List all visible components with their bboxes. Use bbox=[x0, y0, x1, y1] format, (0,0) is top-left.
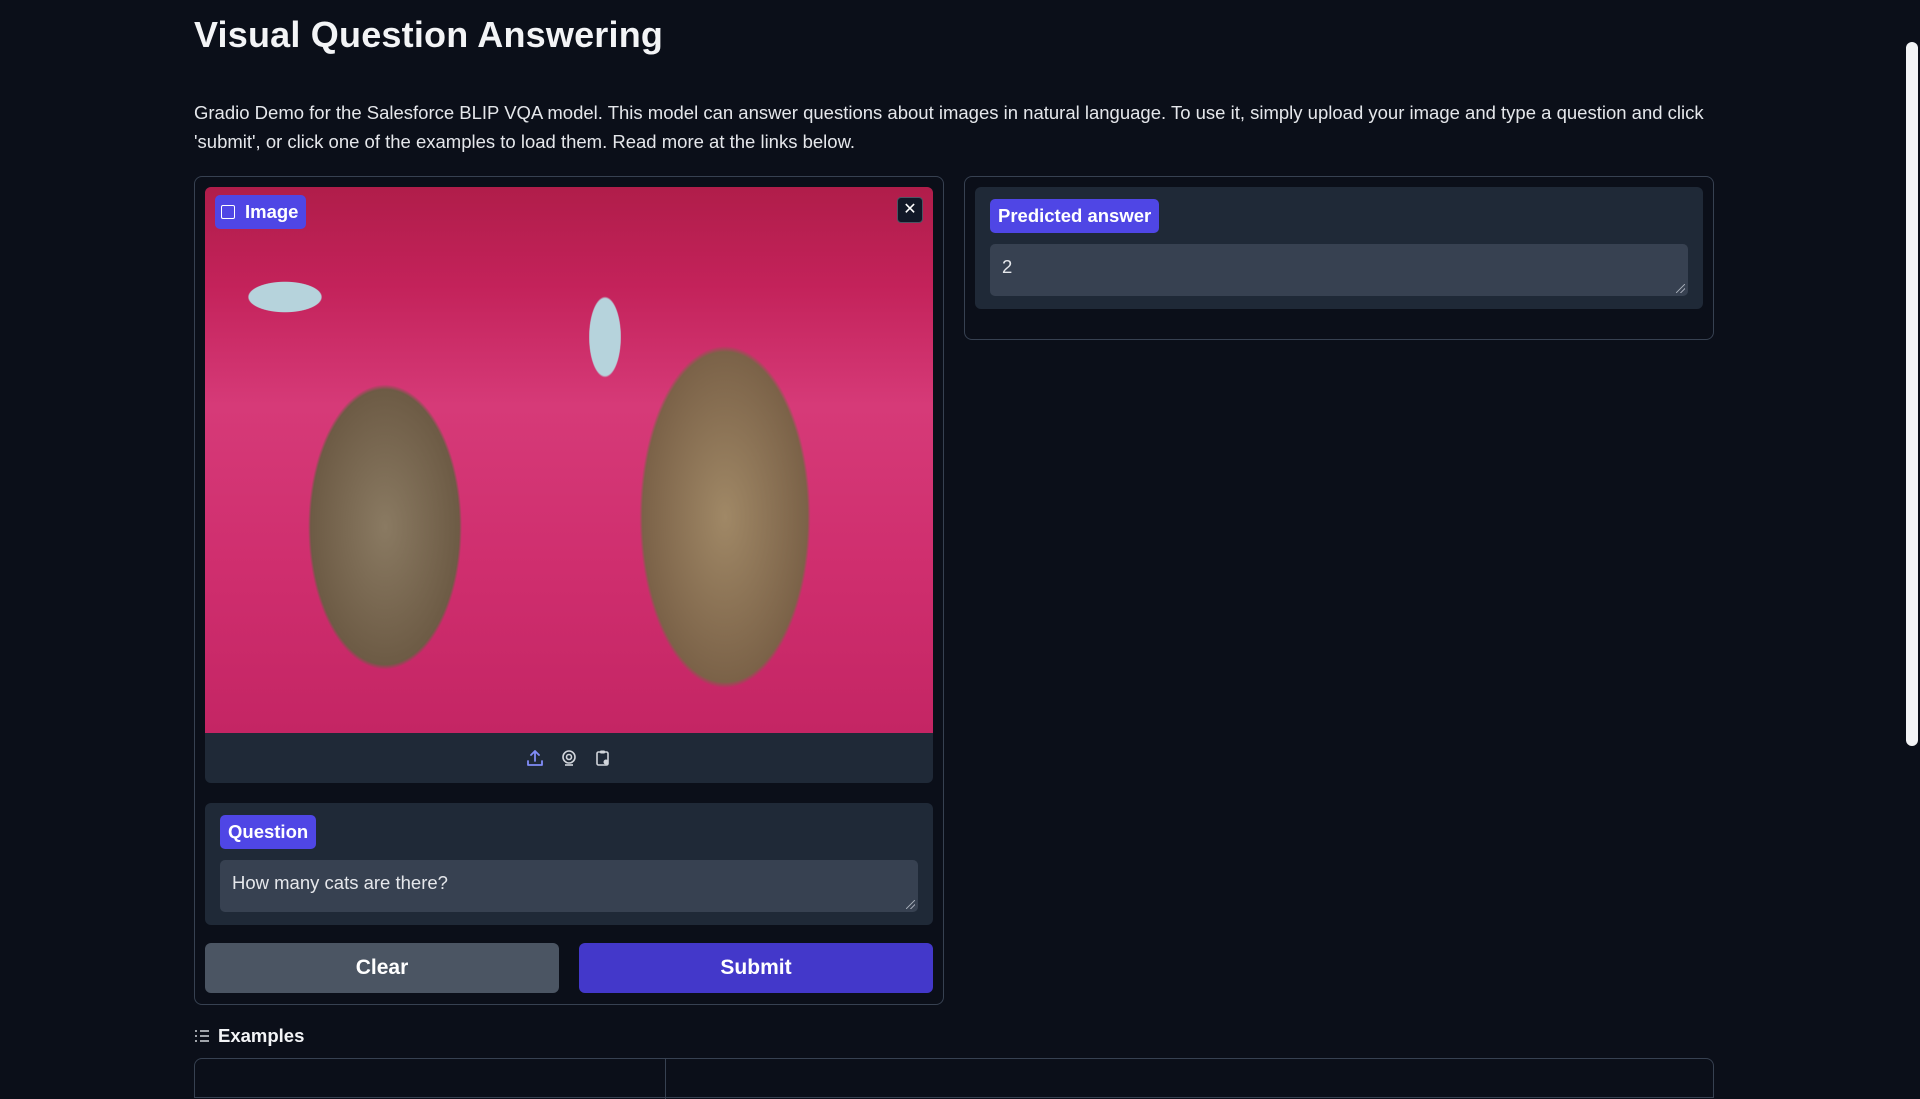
webcam-icon[interactable] bbox=[559, 748, 579, 768]
input-panel: Image ✕ Question How many cats are there… bbox=[194, 176, 944, 1005]
column-divider bbox=[665, 1059, 666, 1099]
question-input-value: How many cats are there? bbox=[232, 872, 448, 893]
scrollbar[interactable] bbox=[1902, 0, 1920, 1080]
answer-block: Predicted answer 2 bbox=[975, 187, 1703, 309]
answer-output[interactable]: 2 bbox=[990, 244, 1688, 296]
close-icon[interactable]: ✕ bbox=[897, 197, 923, 223]
examples-title: Examples bbox=[218, 1025, 305, 1046]
submit-button[interactable]: Submit bbox=[579, 943, 933, 993]
list-icon bbox=[195, 1030, 209, 1042]
image-toolbar bbox=[205, 733, 933, 783]
question-block: Question How many cats are there? bbox=[205, 803, 933, 925]
clipboard-icon[interactable] bbox=[593, 748, 613, 768]
page-description: Gradio Demo for the Salesforce BLIP VQA … bbox=[194, 102, 1704, 152]
resize-handle-icon[interactable] bbox=[906, 900, 915, 909]
answer-output-value: 2 bbox=[1002, 256, 1013, 277]
clear-button[interactable]: Clear bbox=[205, 943, 559, 993]
image-label-text: Image bbox=[245, 201, 299, 222]
examples-header: Examples bbox=[194, 1025, 304, 1047]
resize-handle-icon[interactable] bbox=[1676, 284, 1685, 293]
image-input[interactable]: Image ✕ bbox=[205, 187, 933, 783]
output-panel: Predicted answer 2 bbox=[964, 176, 1714, 340]
scrollbar-thumb[interactable] bbox=[1906, 42, 1918, 746]
page-title: Visual Question Answering bbox=[194, 14, 664, 55]
answer-label: Predicted answer bbox=[990, 199, 1160, 233]
question-label: Question bbox=[220, 815, 317, 849]
uploaded-image bbox=[205, 187, 933, 733]
image-icon bbox=[221, 205, 235, 219]
image-label: Image bbox=[215, 195, 307, 229]
examples-table bbox=[194, 1058, 1714, 1099]
upload-icon[interactable] bbox=[525, 748, 545, 768]
question-input[interactable]: How many cats are there? bbox=[220, 860, 918, 912]
